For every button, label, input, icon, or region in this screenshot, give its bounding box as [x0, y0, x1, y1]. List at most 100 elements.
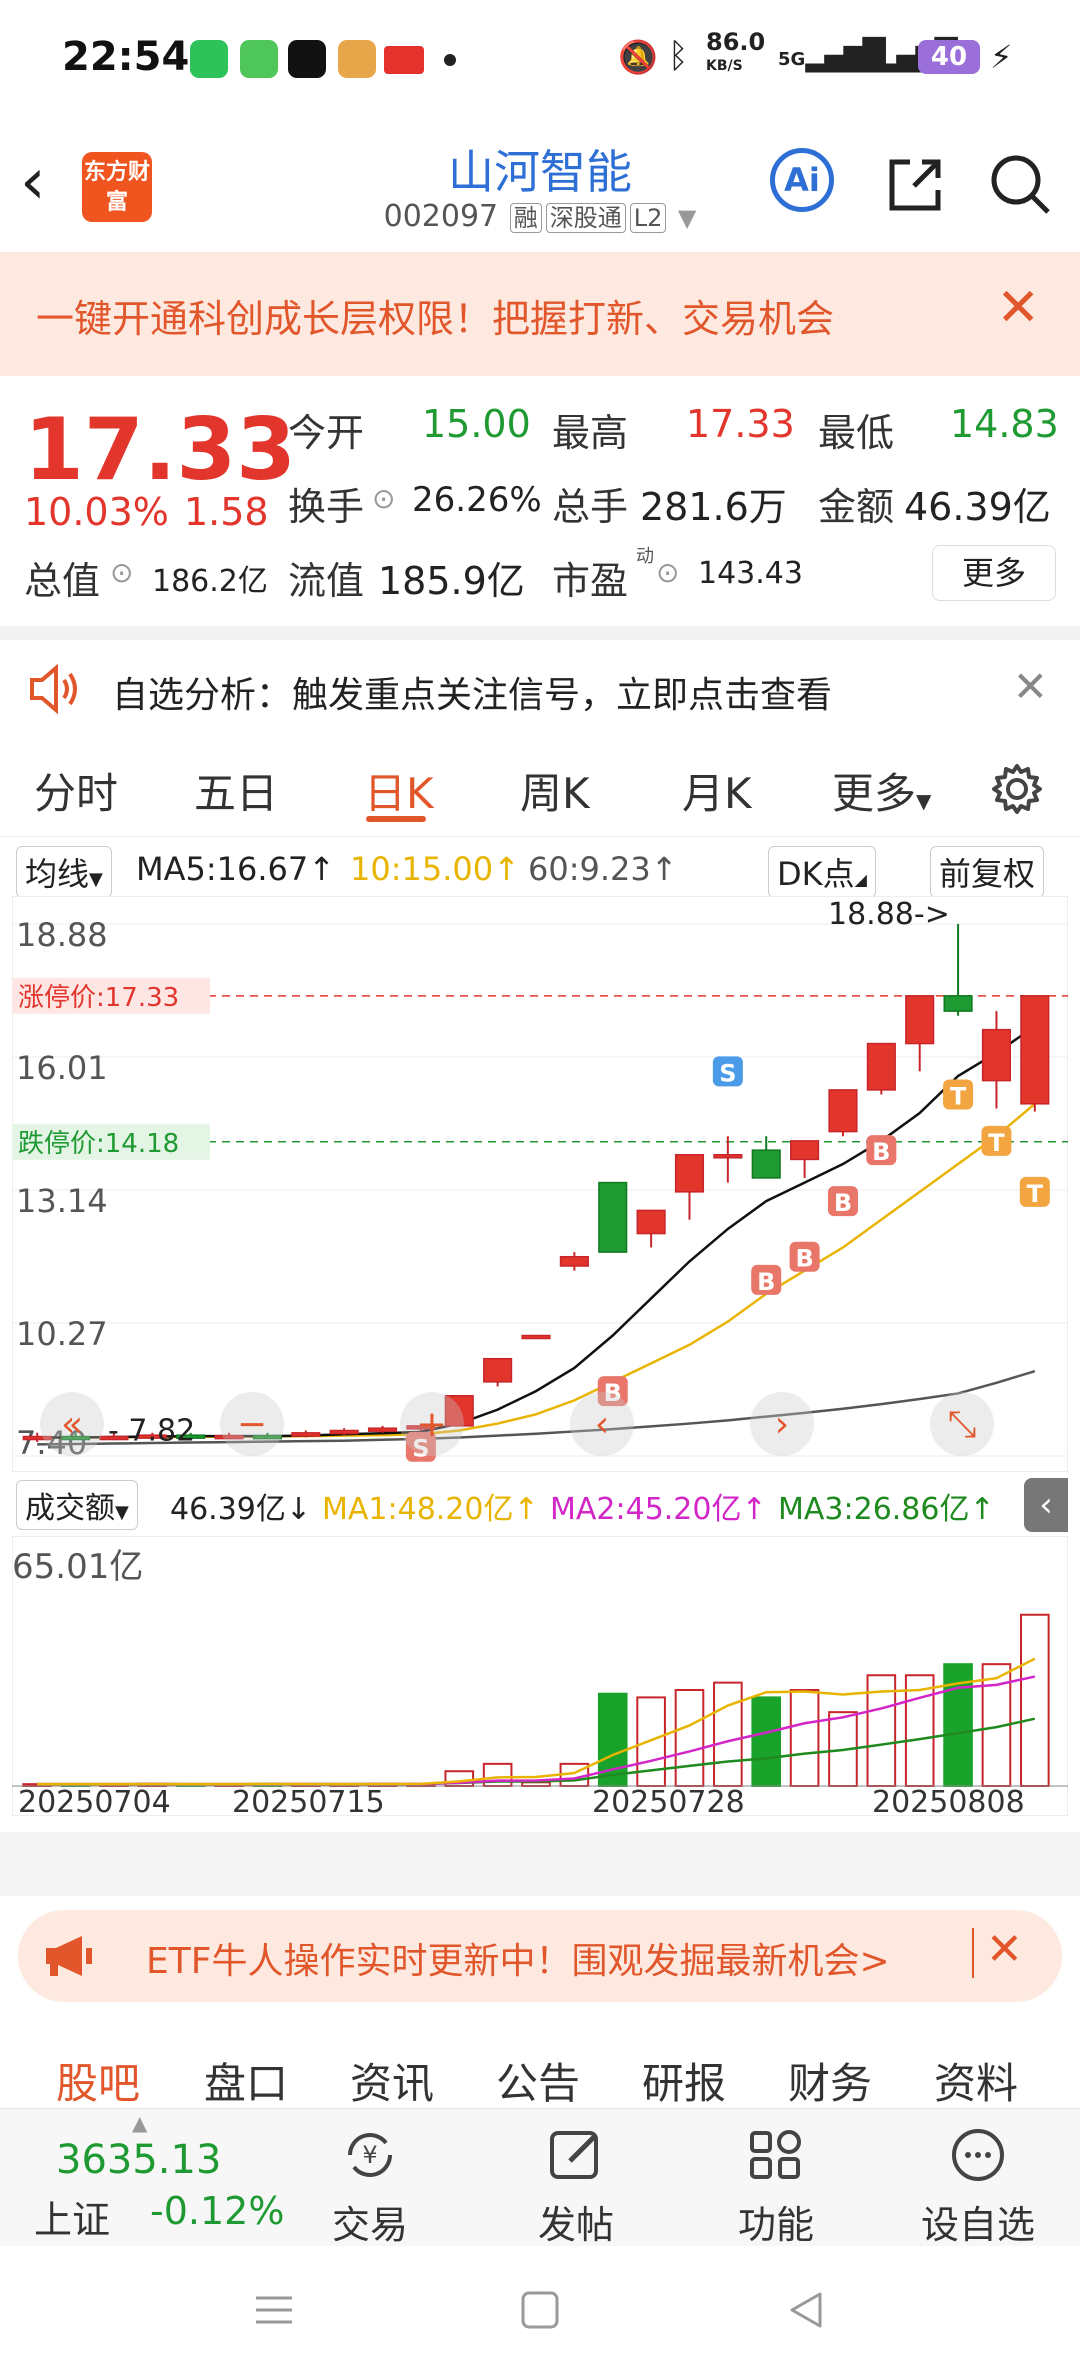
tab-announcements[interactable]: 公告	[496, 2050, 580, 2111]
close-icon[interactable]: ✕	[996, 278, 1040, 338]
candle-body	[329, 1429, 359, 1435]
tab-orderbook[interactable]: 盘口	[204, 2050, 288, 2111]
date-tick-label: 20250704	[18, 1785, 171, 1816]
next-icon-glyph: ›	[775, 1404, 789, 1445]
post-button[interactable]: 发帖	[516, 2125, 636, 2249]
speed-value: 86.0	[706, 28, 766, 56]
tab-weekly-k[interactable]: 周K	[520, 760, 590, 821]
gear-icon[interactable]	[990, 762, 1044, 816]
fullscreen-icon-glyph: ⤡	[948, 1404, 977, 1445]
ai-button[interactable]: Ai	[770, 148, 834, 212]
back-nav-icon[interactable]	[786, 2290, 826, 2330]
battery-icon: 40	[918, 40, 980, 74]
tab-monthly-k[interactable]: 月K	[682, 760, 752, 821]
share-icon[interactable]	[884, 154, 946, 216]
info-icon[interactable]: ⊙	[656, 556, 679, 589]
divider	[0, 626, 1080, 640]
tab-five-day[interactable]: 五日	[194, 760, 278, 821]
speaker-icon	[30, 664, 77, 714]
home-icon[interactable]	[520, 2290, 560, 2330]
turnover-label: 换手	[288, 485, 365, 529]
ma5-value: MA5:16.67↑	[136, 850, 336, 888]
candle-body	[291, 1432, 321, 1437]
buy-marker-letter: B	[795, 1245, 813, 1273]
t-marker-letter: T	[950, 1083, 967, 1111]
etf-banner[interactable]: ETF牛人操作实时更新中！围观发掘最新机会> ✕	[18, 1910, 1062, 2002]
kline-chart[interactable]: 18.8816.0113.1410.277.40涨停价:17.33跌停价:14.…	[12, 896, 1068, 1472]
period-tabs: 分时 五日 日K 周K 月K 更多▼	[0, 740, 1080, 837]
svg-text:¥: ¥	[362, 2141, 377, 2169]
high-value: 17.33	[686, 402, 795, 446]
dk-points-button[interactable]: DK点◢	[768, 846, 876, 898]
tab-financials[interactable]: 财务	[788, 2050, 872, 2111]
add-watchlist-label: 设自选	[920, 2203, 1035, 2247]
ma-select[interactable]: 均线▼	[16, 846, 112, 898]
info-icon[interactable]: ⊙	[110, 556, 133, 589]
add-watchlist-button[interactable]: 设自选	[908, 2125, 1048, 2249]
t-marker-letter: T	[988, 1129, 1005, 1157]
float-label: 流值	[288, 559, 365, 603]
index-value[interactable]: 3635.13	[56, 2137, 221, 2183]
vol-ma3: MA3:26.86亿↑	[778, 1492, 995, 1527]
search-icon[interactable]	[988, 152, 1054, 218]
close-icon[interactable]: ✕	[1013, 662, 1048, 711]
kline-chart-area: 均线▼ MA5:16.67↑ 10:15.00↑ 60:9.23↑ DK点◢ 前…	[0, 836, 1080, 1896]
tab-more[interactable]: 更多▼	[832, 760, 931, 821]
post-label: 发帖	[537, 2203, 614, 2247]
zoom-out-icon-glyph: −	[237, 1404, 267, 1445]
candle-body	[367, 1427, 398, 1432]
volume-chart[interactable]: 65.01亿 20250704 20250715 20250728 20250808	[12, 1536, 1068, 1816]
candle-body	[905, 995, 935, 1045]
trade-label: 交易	[331, 2203, 408, 2247]
tab-research[interactable]: 研报	[642, 2050, 726, 2111]
candle-body	[521, 1334, 551, 1340]
info-icon[interactable]: ⊙	[372, 482, 395, 515]
promo-banner[interactable]: 一键开通科创成长层权限！把握打新、交易机会 ✕	[0, 252, 1080, 376]
etf-text: ETF牛人操作实时更新中！围观发掘最新机会>	[146, 1941, 890, 1982]
trade-button[interactable]: ¥ 交易	[310, 2125, 430, 2249]
last-price: 17.33	[24, 400, 297, 500]
buy-marker-letter: B	[872, 1138, 890, 1166]
more-button[interactable]: 更多	[932, 545, 1056, 601]
candle-body	[751, 1149, 781, 1179]
tab-intraday[interactable]: 分时	[34, 760, 118, 821]
tab-daily-k[interactable]: 日K	[364, 760, 434, 821]
volume-value: 46.39亿↓	[170, 1492, 312, 1527]
price-tick-label: 13.14	[16, 1182, 108, 1220]
collapse-panel-icon[interactable]: ‹	[1024, 1478, 1068, 1532]
caret-down-icon: ▼	[916, 789, 932, 813]
volume-select[interactable]: 成交额▼	[16, 1480, 138, 1530]
volume-bar	[751, 1696, 782, 1787]
candle-body	[790, 1140, 820, 1161]
float-value: 185.9亿	[378, 559, 525, 603]
tab-forum[interactable]: 股吧	[56, 2050, 140, 2111]
functions-label: 功能	[737, 2203, 814, 2247]
bluetooth-icon: ᛒ	[668, 36, 689, 76]
active-tab-indicator	[366, 816, 426, 822]
t-marker-letter: T	[1027, 1180, 1044, 1208]
sell-marker-letter: S	[719, 1059, 736, 1087]
messages-icon	[240, 40, 278, 78]
tab-news[interactable]: 资讯	[350, 2050, 434, 2111]
alert-text: 自选分析：触发重点关注信号，立即点击查看	[112, 675, 833, 716]
adjust-button[interactable]: 前复权	[930, 846, 1045, 898]
functions-button[interactable]: 功能	[716, 2125, 836, 2249]
volume-value: 281.6万	[640, 485, 787, 529]
analysis-alert[interactable]: 自选分析：触发重点关注信号，立即点击查看 ✕	[0, 640, 1080, 740]
ma60-value: 60:9.23↑	[528, 850, 678, 888]
close-icon[interactable]: ✕	[986, 1924, 1023, 1975]
index-name: 上证	[34, 2198, 111, 2242]
divider	[972, 1928, 974, 1978]
caret-up-icon[interactable]: ▲	[132, 2111, 147, 2135]
high-label: 最高	[552, 411, 629, 455]
min-price-label: - 7.82	[108, 1414, 195, 1449]
net-speed: 86.0 KB/S	[706, 30, 765, 78]
tab-profile[interactable]: 资料	[934, 2050, 1018, 2111]
menu-icon[interactable]	[254, 2290, 294, 2330]
chevron-down-icon[interactable]: ▼	[678, 204, 696, 232]
tiktok-icon	[288, 40, 326, 78]
clock: 22:54	[62, 34, 190, 80]
ma-select-label: 均线	[25, 855, 90, 893]
ma10-value: 10:15.00↑	[350, 850, 520, 888]
volume-select-label: 成交额	[25, 1491, 115, 1526]
